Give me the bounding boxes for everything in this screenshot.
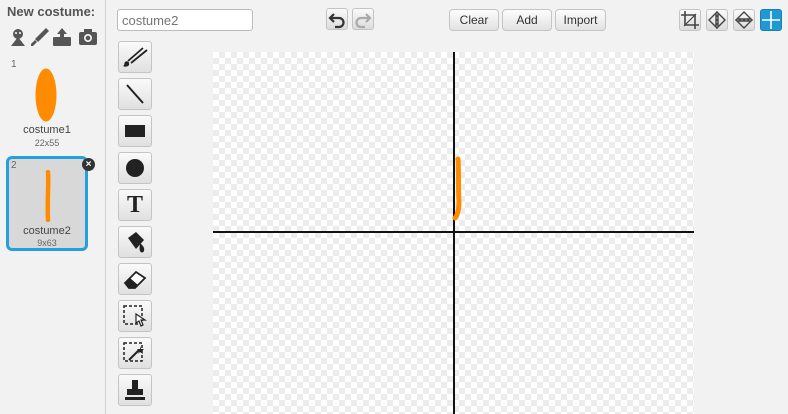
select-remove-background-icon bbox=[123, 342, 144, 362]
canvas-y-axis bbox=[453, 52, 455, 414]
redo-icon bbox=[355, 13, 372, 29]
flip-horizontal-button[interactable] bbox=[706, 9, 728, 31]
undo-button[interactable] bbox=[326, 8, 348, 30]
select-icon bbox=[123, 305, 147, 327]
costume-thumbnail bbox=[45, 170, 51, 222]
drawn-stroke[interactable] bbox=[448, 154, 464, 222]
costume-item-costume2[interactable]: 2 costume2 9x63 bbox=[6, 156, 88, 251]
tool-fill[interactable] bbox=[118, 226, 152, 258]
tool-select[interactable] bbox=[118, 300, 152, 332]
costume-number: 1 bbox=[11, 59, 17, 70]
crop-button[interactable] bbox=[679, 9, 701, 31]
tool-text[interactable]: T bbox=[118, 189, 152, 221]
costume-item-costume1[interactable]: 1 costume1 22x55 bbox=[6, 56, 88, 150]
undo-icon bbox=[328, 13, 345, 29]
costume-size: 22x55 bbox=[34, 138, 60, 148]
costume-name: costume2 bbox=[23, 225, 71, 237]
line-icon bbox=[126, 84, 144, 104]
set-center-button[interactable] bbox=[760, 9, 782, 31]
flip-vertical-button[interactable] bbox=[733, 9, 755, 31]
add-button[interactable]: Add bbox=[502, 9, 552, 31]
tool-stamp[interactable] bbox=[118, 374, 152, 406]
sprite-library-icon[interactable] bbox=[7, 26, 29, 48]
text-icon: T bbox=[126, 192, 143, 218]
rectangle-icon bbox=[125, 125, 145, 137]
tool-eraser[interactable] bbox=[118, 263, 152, 295]
clear-button[interactable]: Clear bbox=[449, 9, 499, 31]
paint-editor: Clear Add Import T bbox=[106, 0, 788, 414]
paint-brush-icon[interactable] bbox=[29, 26, 51, 48]
costume-name-input[interactable] bbox=[117, 9, 253, 31]
eraser-icon bbox=[123, 270, 147, 289]
tool-remove-background[interactable] bbox=[118, 337, 152, 369]
ellipse-icon bbox=[126, 159, 144, 177]
tool-line[interactable] bbox=[118, 78, 152, 110]
import-button[interactable]: Import bbox=[555, 9, 606, 31]
stamp-icon bbox=[125, 380, 145, 400]
paintbrush-icon bbox=[123, 47, 148, 67]
costume-size: 9x63 bbox=[37, 238, 57, 248]
new-costume-title: New costume: bbox=[7, 4, 96, 19]
costume-number: 2 bbox=[11, 160, 17, 171]
tool-ellipse[interactable] bbox=[118, 152, 152, 184]
drawing-canvas[interactable] bbox=[213, 52, 694, 414]
tool-paintbrush[interactable] bbox=[118, 41, 152, 73]
close-icon: × bbox=[85, 159, 92, 170]
set-center-icon bbox=[762, 11, 780, 29]
costume-name: costume1 bbox=[23, 124, 71, 136]
flip-vertical-icon bbox=[735, 11, 753, 29]
crop-icon bbox=[681, 11, 699, 29]
redo-button[interactable] bbox=[352, 8, 374, 30]
delete-costume-button[interactable]: × bbox=[82, 158, 95, 171]
costume-thumbnail bbox=[35, 68, 57, 122]
flip-horizontal-icon bbox=[708, 11, 726, 29]
tool-rectangle[interactable] bbox=[118, 115, 152, 147]
costume-panel: New costume: 1 costume1 22x55 2 costume2… bbox=[0, 0, 106, 414]
upload-icon[interactable] bbox=[51, 26, 73, 48]
fill-bucket-icon bbox=[128, 232, 145, 253]
camera-icon[interactable] bbox=[77, 26, 99, 48]
